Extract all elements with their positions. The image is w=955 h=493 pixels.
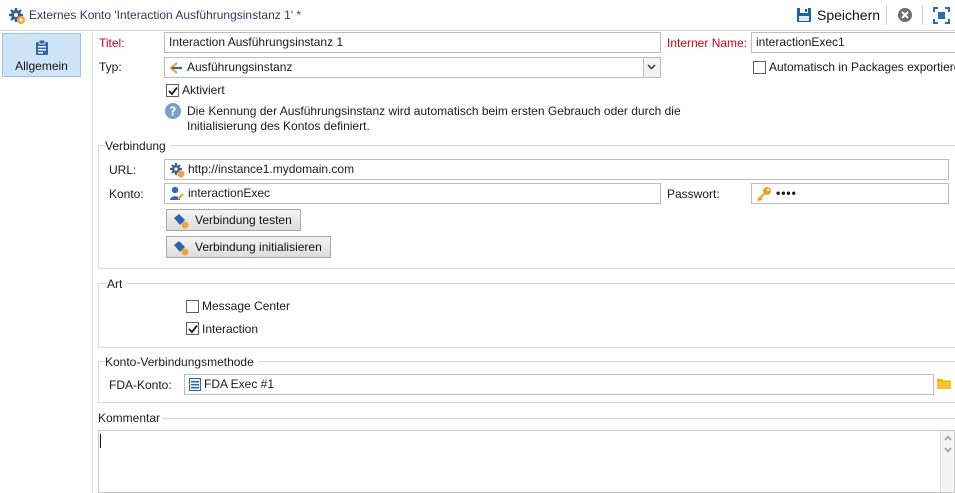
- url-label: URL:: [109, 163, 137, 177]
- password-label: Passwort:: [667, 187, 720, 201]
- title-input[interactable]: Interaction Ausführungsinstanz 1: [164, 32, 661, 53]
- info-text: Die Kennung der Ausführungsinstanz wird …: [187, 104, 747, 134]
- svg-text:?: ?: [170, 105, 177, 119]
- save-button[interactable]: Speichern: [795, 5, 881, 27]
- fda-account-input[interactable]: FDA Exec #1: [184, 374, 934, 395]
- comment-label: Kommentar: [98, 411, 161, 425]
- password-value: ••••: [776, 186, 797, 200]
- fda-account-value: FDA Exec #1: [204, 377, 275, 391]
- checkmark-icon: [188, 324, 198, 334]
- connection-method-section-title: Konto-Verbindungsmethode: [105, 355, 258, 369]
- internal-name-input[interactable]: interactionExec1: [751, 32, 955, 53]
- window-title: Externes Konto 'Interaction Ausführungsi…: [29, 8, 302, 22]
- user-icon: [169, 186, 185, 203]
- tab-general[interactable]: Allgemein: [2, 33, 81, 77]
- info-line-1: Die Kennung der Ausführungsinstanz wird …: [187, 104, 681, 118]
- active-checkbox[interactable]: [166, 84, 179, 97]
- init-connection-label: Verbindung initialisieren: [195, 240, 322, 254]
- scroll-up-icon[interactable]: [944, 435, 952, 441]
- info-line-2: Initialisierung des Kontos definiert.: [187, 119, 370, 133]
- maximize-icon[interactable]: [933, 7, 950, 27]
- folder-icon[interactable]: [937, 377, 952, 393]
- type-select-value: Ausführungsinstanz: [187, 60, 293, 74]
- arrow-left-icon: [169, 61, 183, 77]
- export-label: Automatisch in Packages exportieren: [769, 60, 955, 74]
- url-input[interactable]: http://instance1.mydomain.com: [164, 159, 949, 180]
- cancel-icon[interactable]: [897, 7, 913, 26]
- connection-section-title: Verbindung: [105, 139, 170, 153]
- interaction-label: Interaction: [202, 322, 259, 336]
- scroll-down-icon[interactable]: [944, 447, 952, 453]
- gear-account-icon: [8, 7, 26, 28]
- tab-general-label: Allgemein: [15, 59, 68, 73]
- chevron-down-icon[interactable]: [643, 58, 660, 77]
- comment-textarea[interactable]: [98, 430, 955, 493]
- save-label: Speichern: [817, 7, 881, 23]
- interaction-checkbox[interactable]: [186, 322, 199, 335]
- message-center-checkbox[interactable]: [186, 300, 199, 313]
- text-cursor: [100, 434, 101, 448]
- key-icon: [756, 186, 772, 203]
- toolbar-separator: [922, 5, 923, 25]
- toolbar-separator: [886, 5, 887, 25]
- checkmark-icon: [168, 86, 178, 96]
- comment-scrollbar[interactable]: [940, 431, 954, 492]
- type-select[interactable]: Ausführungsinstanz: [164, 57, 661, 78]
- account-label: Konto:: [109, 187, 144, 201]
- gear-url-icon: [169, 162, 185, 179]
- active-label: Aktiviert: [182, 83, 225, 97]
- kind-section-title: Art: [107, 277, 127, 291]
- password-input[interactable]: ••••: [751, 183, 949, 204]
- account-value: interactionExec: [188, 186, 271, 200]
- message-center-label: Message Center: [202, 299, 291, 313]
- clipboard-icon: [35, 39, 49, 58]
- test-connection-button[interactable]: Verbindung testen: [166, 209, 301, 231]
- title-label: Titel:: [99, 36, 125, 50]
- init-connection-button[interactable]: Verbindung initialisieren: [166, 236, 331, 258]
- save-icon: [796, 7, 812, 26]
- url-value: http://instance1.mydomain.com: [188, 162, 355, 176]
- plug-icon: [173, 213, 189, 232]
- internal-name-label: Interner Name:: [667, 36, 748, 50]
- group-divider: [162, 418, 955, 419]
- export-checkbox[interactable]: [753, 61, 766, 74]
- list-icon: [189, 378, 201, 394]
- fda-account-label: FDA-Konto:: [109, 378, 172, 392]
- account-input[interactable]: interactionExec: [164, 183, 661, 204]
- test-connection-label: Verbindung testen: [195, 213, 292, 227]
- type-label: Typ:: [99, 60, 122, 74]
- kind-group: [98, 283, 955, 348]
- plug-icon: [173, 240, 189, 259]
- info-icon: ?: [165, 103, 181, 122]
- sidebar: [0, 31, 93, 493]
